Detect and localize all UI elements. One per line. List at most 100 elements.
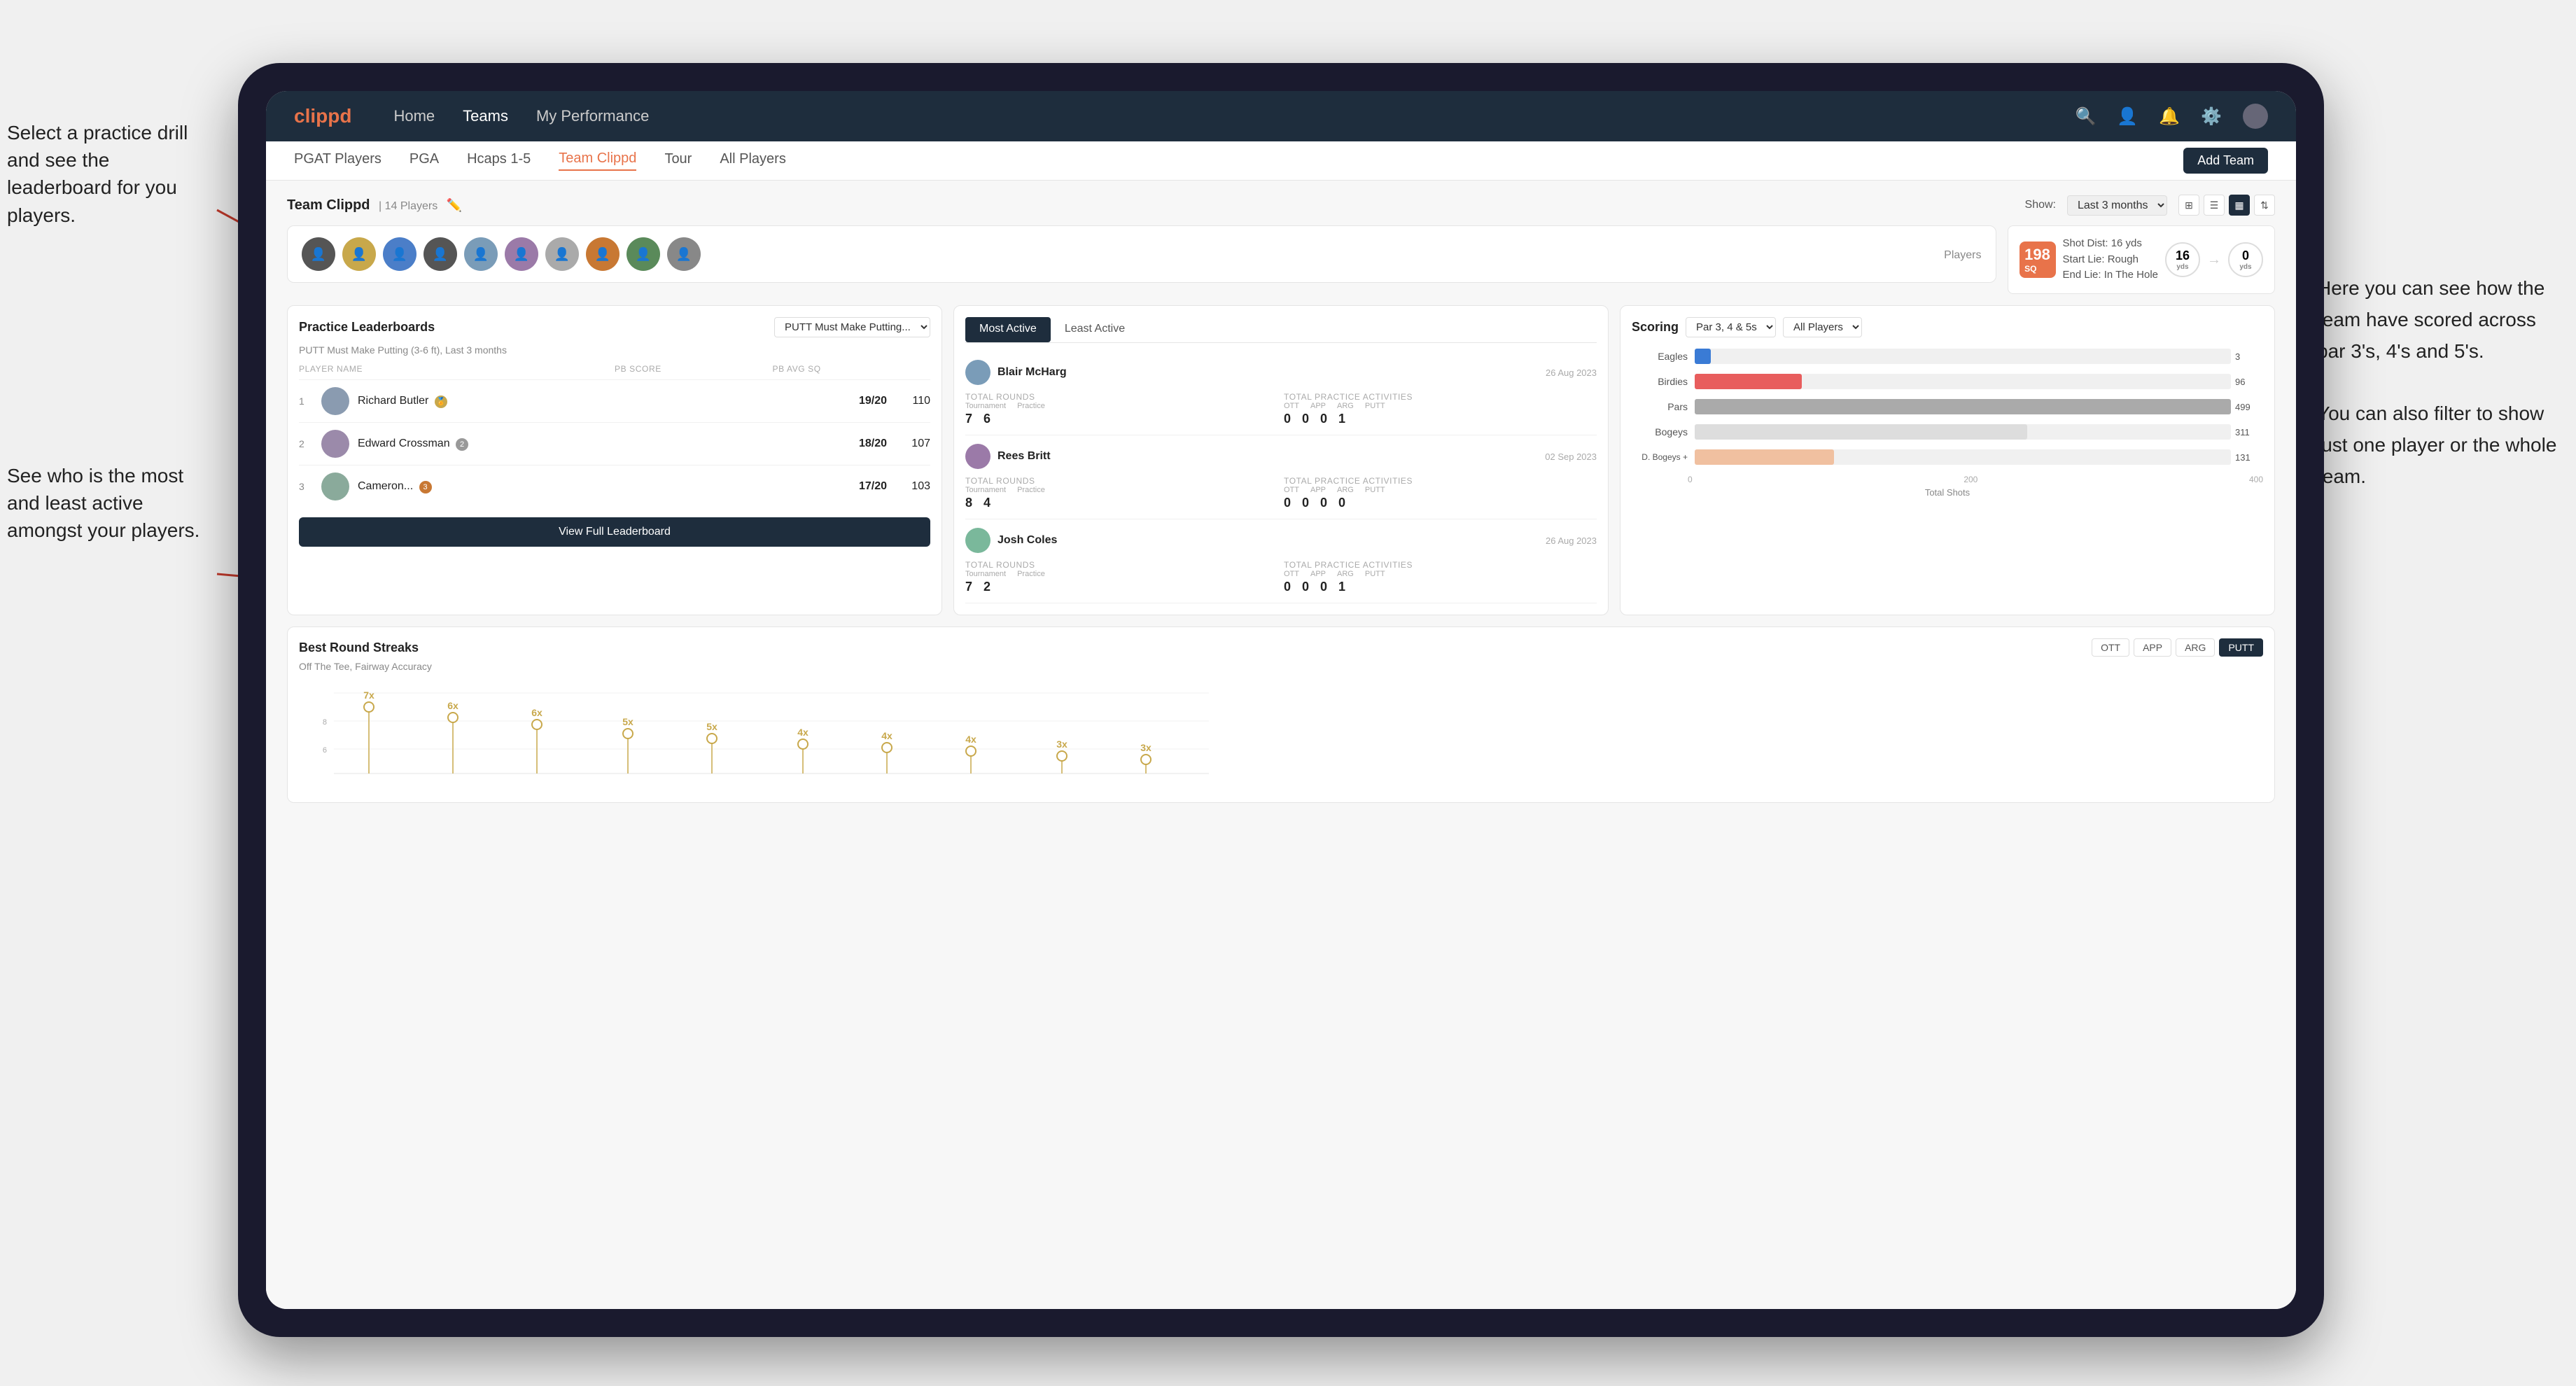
player-avatar-8[interactable]: 👤: [586, 237, 620, 271]
pac-avatar-2: [965, 444, 990, 469]
shot-circle-2-value: 0: [2242, 248, 2249, 263]
lb-score-1: 19/20: [845, 395, 887, 407]
col-player-name: PLAYER NAME: [299, 364, 615, 374]
svg-text:7x: 7x: [363, 690, 374, 701]
lb-info-3: Cameron... 3: [358, 480, 836, 493]
users-icon[interactable]: 👤: [2117, 106, 2138, 127]
pac-header-1: Blair McHarg 26 Aug 2023: [965, 360, 1597, 385]
lb-avg-3: 103: [895, 480, 930, 493]
players-label: Players: [1944, 249, 1981, 262]
team-header: Team Clippd | 14 Players ✏️ Show: Last 3…: [287, 195, 2275, 216]
pac-stats-2: Total Rounds TournamentPractice 8 4: [965, 476, 1597, 510]
nav-my-performance[interactable]: My Performance: [536, 107, 649, 125]
nav-home[interactable]: Home: [393, 107, 435, 125]
player-activity-card-2: Rees Britt 02 Sep 2023 Total Rounds Tour…: [965, 435, 1597, 519]
main-content: Team Clippd | 14 Players ✏️ Show: Last 3…: [266, 181, 2296, 1309]
axis-400: 400: [2249, 475, 2263, 484]
axis-200: 200: [1963, 475, 1977, 484]
pac-rounds-2: Total Rounds TournamentPractice 8 4: [965, 476, 1278, 510]
bar-label-pars: Pars: [1639, 401, 1688, 412]
card-view-btn[interactable]: ▦: [2229, 195, 2250, 216]
pac-practice-1: 6: [983, 412, 990, 426]
annotation-right: Here you can see how the team have score…: [2317, 273, 2562, 493]
view-full-leaderboard-button[interactable]: View Full Leaderboard: [299, 517, 930, 547]
three-col-layout: Practice Leaderboards PUTT Must Make Put…: [287, 305, 2275, 615]
pac-stats-1: Total Rounds Tournament Practice 7 6: [965, 392, 1597, 426]
grid-view-btn[interactable]: ⊞: [2178, 195, 2199, 216]
player-avatar-3[interactable]: 👤: [383, 237, 416, 271]
search-icon[interactable]: 🔍: [2075, 106, 2096, 127]
subnav-all-players[interactable]: All Players: [720, 151, 785, 170]
bar-value-bogeys: 311: [2235, 427, 2256, 438]
nav-teams[interactable]: Teams: [463, 107, 508, 125]
player-avatar-5[interactable]: 👤: [464, 237, 498, 271]
bar-track-dbogeys: [1695, 449, 2231, 465]
pac-rounds-sub-1: Tournament Practice: [965, 402, 1278, 410]
shot-circle-2-label: yds: [2239, 263, 2251, 271]
bar-label-bogeys: Bogeys: [1639, 426, 1688, 438]
subnav-pga[interactable]: PGA: [410, 151, 439, 170]
subnav-tour[interactable]: Tour: [664, 151, 692, 170]
lb-avg-1: 110: [895, 395, 930, 407]
bar-label-eagles: Eagles: [1639, 351, 1688, 362]
leaderboard-row: 2 Edward Crossman 2 18/20 107: [299, 422, 930, 465]
player-avatar-1[interactable]: 👤: [302, 237, 335, 271]
team-name: Team Clippd: [287, 197, 370, 213]
team-title-area: Team Clippd | 14 Players ✏️: [287, 197, 462, 214]
edit-team-icon[interactable]: ✏️: [447, 198, 462, 212]
subnav-hcaps[interactable]: Hcaps 1-5: [467, 151, 531, 170]
pac-player-3: Josh Coles: [965, 528, 1057, 553]
practice-drill-dropdown[interactable]: PUTT Must Make Putting...: [774, 317, 930, 337]
streaks-btn-putt[interactable]: PUTT: [2219, 638, 2263, 657]
player-avatar-7[interactable]: 👤: [545, 237, 579, 271]
navbar: clippd Home Teams My Performance 🔍 👤 🔔 ⚙…: [266, 91, 2296, 141]
player-activity-card-3: Josh Coles 26 Aug 2023 Total Rounds Tour…: [965, 519, 1597, 603]
practice-leaderboards-header: Practice Leaderboards PUTT Must Make Put…: [299, 317, 930, 337]
bar-row-dbogeys: D. Bogeys + 131: [1639, 449, 2256, 465]
show-select[interactable]: Last 3 months: [2067, 195, 2167, 216]
svg-text:6x: 6x: [447, 700, 458, 711]
bar-value-birdies: 96: [2235, 377, 2256, 387]
scoring-panel: Scoring Par 3, 4 & 5s All Players Eagles: [1620, 305, 2275, 615]
bar-row-bogeys: Bogeys 311: [1639, 424, 2256, 440]
bar-track-bogeys: [1695, 424, 2231, 440]
show-label: Show:: [2025, 199, 2056, 211]
streaks-btn-ott[interactable]: OTT: [2092, 638, 2129, 657]
streaks-header: Best Round Streaks OTT APP ARG PUTT: [299, 638, 2263, 657]
bar-fill-birdies: [1695, 374, 1802, 389]
bar-track-birdies: [1695, 374, 2231, 389]
tab-most-active[interactable]: Most Active: [965, 317, 1051, 342]
streaks-btn-app[interactable]: APP: [2134, 638, 2171, 657]
shot-circle-1-value: 16: [2176, 248, 2190, 263]
lb-name-1: Richard Butler: [358, 395, 428, 407]
lb-avatar-1: [321, 387, 349, 415]
shot-arrow: →: [2207, 252, 2221, 268]
sort-btn[interactable]: ⇅: [2254, 195, 2275, 216]
bell-icon[interactable]: 🔔: [2159, 106, 2180, 127]
pac-rounds-values-3: 7 2: [965, 580, 1278, 594]
leaderboard-row: 1 Richard Butler 🏅 19/20 110: [299, 379, 930, 422]
tab-least-active[interactable]: Least Active: [1051, 317, 1139, 342]
svg-text:3x: 3x: [1140, 742, 1152, 753]
streaks-btn-arg[interactable]: ARG: [2176, 638, 2215, 657]
lb-badge-2: 2: [456, 438, 468, 451]
player-avatar-2[interactable]: 👤: [342, 237, 376, 271]
bar-chart: Eagles 3 Birdies 96: [1632, 349, 2263, 465]
player-avatar-6[interactable]: 👤: [505, 237, 538, 271]
player-avatar-10[interactable]: 👤: [667, 237, 701, 271]
player-avatar-4[interactable]: 👤: [424, 237, 457, 271]
add-team-button[interactable]: Add Team: [2183, 148, 2268, 174]
bar-row-birdies: Birdies 96: [1639, 374, 2256, 389]
settings-icon[interactable]: ⚙️: [2201, 106, 2222, 127]
shot-circle-2: 0 yds: [2228, 242, 2263, 277]
shot-badge-sub: SQ: [2024, 264, 2050, 274]
bar-track-eagles: [1695, 349, 2231, 364]
list-view-btn[interactable]: ☰: [2204, 195, 2225, 216]
scoring-player-filter[interactable]: All Players: [1783, 317, 1862, 337]
scoring-par-filter[interactable]: Par 3, 4 & 5s: [1686, 317, 1776, 337]
subnav-pgat[interactable]: PGAT Players: [294, 151, 382, 170]
player-avatar-9[interactable]: 👤: [626, 237, 660, 271]
user-avatar[interactable]: [2243, 104, 2268, 129]
subnav-team-clippd[interactable]: Team Clippd: [559, 150, 636, 171]
pac-rounds-label-2: Total Rounds: [965, 476, 1278, 486]
